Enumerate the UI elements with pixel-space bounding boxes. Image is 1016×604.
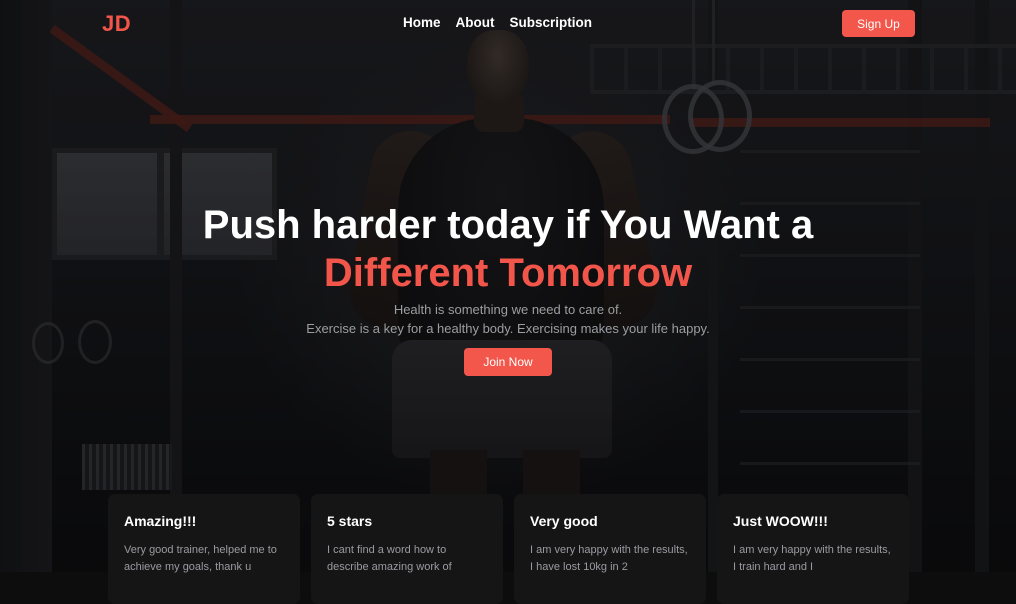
- sign-up-button[interactable]: Sign Up: [842, 10, 915, 37]
- review-card: Just WOOW!!! I am very happy with the re…: [717, 494, 909, 604]
- review-title: Amazing!!!: [124, 513, 197, 529]
- review-text: I cant find a word how to describe amazi…: [327, 544, 452, 573]
- nav-home[interactable]: Home: [403, 15, 441, 30]
- review-card: 5 stars I cant find a word how to descri…: [311, 494, 503, 604]
- nav-about[interactable]: About: [456, 15, 495, 30]
- join-now-button[interactable]: Join Now: [464, 348, 552, 376]
- hero-title: Push harder today if You Want a Differen…: [0, 201, 1016, 297]
- review-text: I am very happy with the results, I have…: [530, 544, 688, 573]
- hero-subtitle: Health is something we need to care of. …: [0, 300, 1016, 338]
- review-text: Very good trainer, helped me to achieve …: [124, 544, 277, 573]
- review-title: Very good: [530, 513, 598, 529]
- review-card: Very good I am very happy with the resul…: [514, 494, 706, 604]
- logo[interactable]: JD: [102, 11, 131, 37]
- review-title: 5 stars: [327, 513, 373, 529]
- nav-subscription[interactable]: Subscription: [510, 15, 593, 30]
- review-title: Just WOOW!!!: [733, 513, 828, 529]
- hero-title-line1: Push harder today if You Want a: [202, 203, 814, 247]
- hero-subtitle-line2: Exercise is a key for a healthy body. Ex…: [306, 321, 710, 336]
- review-card: Amazing!!! Very good trainer, helped me …: [108, 494, 300, 604]
- hero-title-highlight: Different Tomorrow: [323, 251, 693, 295]
- main-nav: Home About Subscription: [403, 15, 592, 30]
- review-cards: Amazing!!! Very good trainer, helped me …: [108, 494, 909, 604]
- review-text: I am very happy with the results, I trai…: [733, 544, 891, 573]
- hero-subtitle-line1: Health is something we need to care of.: [393, 302, 623, 317]
